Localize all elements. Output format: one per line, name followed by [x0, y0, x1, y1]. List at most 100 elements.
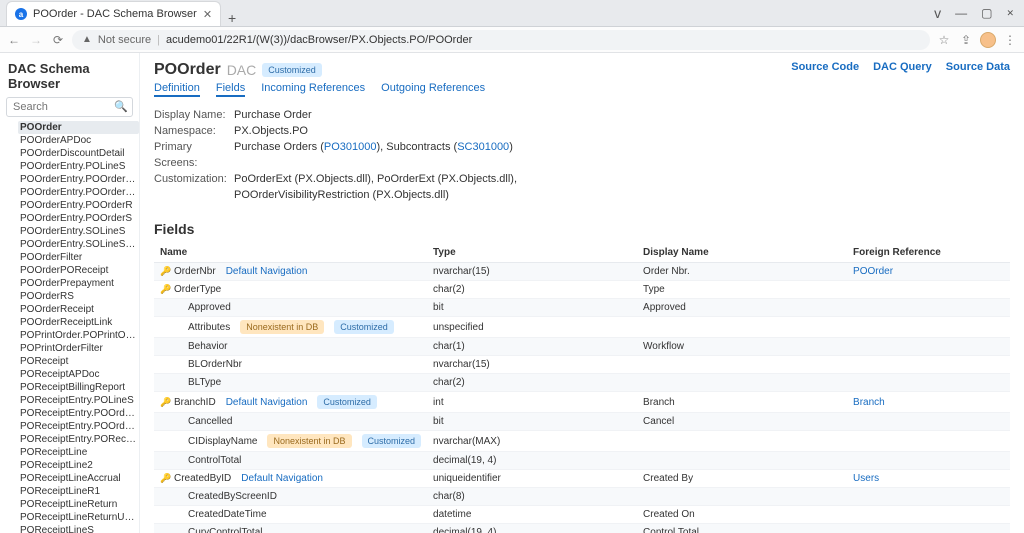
action-dac-query[interactable]: DAC Query	[873, 61, 932, 73]
table-row[interactable]: Behaviorchar(1)Workflow	[154, 338, 1010, 356]
sidebar-item[interactable]: POOrderDiscountDetail	[18, 147, 139, 160]
table-row[interactable]: CIDisplayNameNonexistent in DBCustomized…	[154, 431, 1010, 452]
table-row[interactable]: CuryControlTotaldecimal(19, 4)Control To…	[154, 524, 1010, 533]
forward-icon[interactable]: →	[28, 33, 44, 47]
url-input[interactable]: ▲ Not secure | acudemo01/22R1/(W(3))/dac…	[72, 30, 930, 50]
tab-incoming-references[interactable]: Incoming References	[261, 82, 365, 97]
sidebar-item[interactable]: POReceiptLineR1	[18, 485, 139, 498]
sidebar-item[interactable]: POReceipt	[18, 355, 139, 368]
screen-link[interactable]: PO301000	[324, 141, 377, 153]
key-icon: 🔑	[160, 266, 170, 277]
back-icon[interactable]: ←	[6, 33, 22, 47]
table-row[interactable]: CancelledbitCancel	[154, 413, 1010, 431]
foreign-ref-link[interactable]: POOrder	[853, 266, 893, 277]
col-foreign[interactable]: Foreign Reference	[847, 243, 1010, 263]
sidebar-item[interactable]: POOrderPOReceipt	[18, 264, 139, 277]
field-type: nvarchar(15)	[427, 263, 637, 281]
table-row[interactable]: AttributesNonexistent in DBCustomizeduns…	[154, 317, 1010, 338]
field-foreign	[847, 452, 1010, 470]
field-display: Type	[637, 281, 847, 299]
sidebar-item[interactable]: POOrderEntry.POLineS	[18, 160, 139, 173]
sidebar-item[interactable]: POReceiptEntry.POReceiptLineS	[18, 433, 139, 446]
sidebar-item[interactable]: POReceiptBillingReport	[18, 381, 139, 394]
sidebar-item[interactable]: POOrderEntry.POOrderCache	[18, 173, 139, 186]
action-source-code[interactable]: Source Code	[791, 61, 859, 73]
sidebar-item[interactable]: POReceiptLineReturn	[18, 498, 139, 511]
search-wrap: 🔍	[6, 97, 133, 117]
col-display[interactable]: Display Name	[637, 243, 847, 263]
new-tab-button[interactable]: +	[221, 10, 243, 26]
tab-fields[interactable]: Fields	[216, 82, 245, 97]
tab-outgoing-references[interactable]: Outgoing References	[381, 82, 485, 97]
maximize-icon[interactable]: ▢	[981, 6, 992, 20]
action-source-data[interactable]: Source Data	[946, 61, 1010, 73]
field-name: Attributes	[188, 322, 230, 333]
star-icon[interactable]: ☆	[936, 33, 952, 47]
sidebar-item[interactable]: POReceiptLineReturnUpdate	[18, 511, 139, 524]
sidebar-item[interactable]: POOrderEntry.POOrderS	[18, 212, 139, 225]
col-name[interactable]: Name	[154, 243, 427, 263]
table-row[interactable]: CreatedDateTimedatetimeCreated On	[154, 506, 1010, 524]
sidebar-item[interactable]: POOrderEntry.POOrderFilter	[18, 186, 139, 199]
foreign-ref-link[interactable]: Users	[853, 473, 879, 484]
sidebar-item[interactable]: POPrintOrder.POPrintOrderOwned	[18, 329, 139, 342]
field-type: char(2)	[427, 374, 637, 392]
sidebar-item[interactable]: POOrder	[18, 121, 139, 134]
field-display	[637, 452, 847, 470]
chevron-down-icon[interactable]: v	[934, 5, 941, 21]
foreign-ref-link[interactable]: Branch	[853, 397, 885, 408]
search-icon[interactable]: 🔍	[114, 100, 128, 113]
close-window-icon[interactable]: ✕	[1006, 8, 1014, 19]
table-row[interactable]: 🔑CreatedByIDDefault Navigationuniqueiden…	[154, 470, 1010, 488]
minimize-icon[interactable]: —	[955, 6, 967, 20]
profile-avatar[interactable]	[980, 32, 996, 48]
table-row[interactable]: CreatedByScreenIDchar(8)	[154, 488, 1010, 506]
table-row[interactable]: 🔑OrderTypechar(2)Type	[154, 281, 1010, 299]
table-row[interactable]: 🔑OrderNbrDefault Navigationnvarchar(15)O…	[154, 263, 1010, 281]
sidebar: DAC Schema Browser 🔍 POOrderPOOrderAPDoc…	[0, 53, 140, 533]
sidebar-item[interactable]: POOrderAPDoc	[18, 134, 139, 147]
sidebar-item[interactable]: POReceiptEntry.POLineS	[18, 394, 139, 407]
default-navigation-link[interactable]: Default Navigation	[241, 473, 323, 484]
sidebar-item[interactable]: POReceiptLineAccrual	[18, 472, 139, 485]
sidebar-item[interactable]: POOrderEntry.SOLineS	[18, 225, 139, 238]
table-row[interactable]: ApprovedbitApproved	[154, 299, 1010, 317]
sidebar-item[interactable]: POOrderEntry.SOLineSplit3	[18, 238, 139, 251]
table-row[interactable]: BLOrderNbrnvarchar(15)	[154, 356, 1010, 374]
default-navigation-link[interactable]: Default Navigation	[226, 397, 308, 408]
sidebar-item[interactable]: POOrderRS	[18, 290, 139, 303]
sidebar-item[interactable]: POReceiptEntry.POOrderS	[18, 420, 139, 433]
close-tab-icon[interactable]: ✕	[203, 8, 212, 21]
menu-dots-icon[interactable]: ⋮	[1002, 33, 1018, 47]
extension-icon[interactable]: ⇪	[958, 33, 974, 47]
site-icon: a	[15, 8, 27, 20]
sidebar-item[interactable]: POReceiptLine2	[18, 459, 139, 472]
sidebar-item[interactable]: POOrderEntry.POOrderR	[18, 199, 139, 212]
field-name: Behavior	[188, 341, 227, 352]
browser-tab[interactable]: a POOrder - DAC Schema Browser ✕	[6, 1, 221, 26]
tab-definition[interactable]: Definition	[154, 82, 200, 97]
table-row[interactable]: ControlTotaldecimal(19, 4)	[154, 452, 1010, 470]
sidebar-item[interactable]: POReceiptEntry.POOrderFilter	[18, 407, 139, 420]
sidebar-item[interactable]: POReceiptLine	[18, 446, 139, 459]
table-row[interactable]: 🔑BranchIDDefault NavigationCustomizedint…	[154, 392, 1010, 413]
field-name: CuryControlTotal	[188, 527, 262, 533]
sidebar-item[interactable]: POOrderPrepayment	[18, 277, 139, 290]
main-panel[interactable]: POOrder DAC Customized DefinitionFieldsI…	[140, 53, 1024, 533]
sidebar-item[interactable]: POReceiptLineS	[18, 524, 139, 533]
table-row[interactable]: BLTypechar(2)	[154, 374, 1010, 392]
meta-value: Purchase Order	[234, 107, 312, 123]
field-type: decimal(19, 4)	[427, 524, 637, 533]
sidebar-item[interactable]: POReceiptAPDoc	[18, 368, 139, 381]
nonexistent-badge: Nonexistent in DB	[267, 434, 351, 448]
sidebar-item[interactable]: POOrderFilter	[18, 251, 139, 264]
sidebar-item[interactable]: POOrderReceiptLink	[18, 316, 139, 329]
dac-tree[interactable]: POOrderPOOrderAPDocPOOrderDiscountDetail…	[6, 121, 139, 533]
key-icon: 🔑	[160, 397, 170, 408]
col-type[interactable]: Type	[427, 243, 637, 263]
reload-icon[interactable]: ⟳	[50, 33, 66, 47]
sidebar-item[interactable]: POOrderReceipt	[18, 303, 139, 316]
sidebar-item[interactable]: POPrintOrderFilter	[18, 342, 139, 355]
default-navigation-link[interactable]: Default Navigation	[226, 266, 308, 277]
screen-link[interactable]: SC301000	[457, 141, 509, 153]
